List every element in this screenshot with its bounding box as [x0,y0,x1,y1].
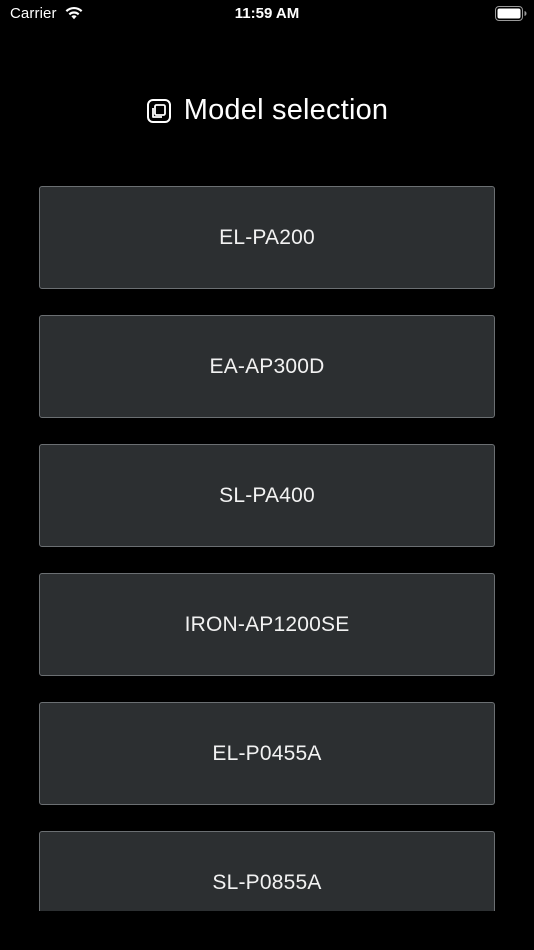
model-list-viewport[interactable]: EL-PA200 EA-AP300D SL-PA400 IRON-AP1200S… [0,180,534,911]
model-button-label: EA-AP300D [209,354,325,378]
model-button-el-pa200[interactable]: EL-PA200 [39,186,495,289]
model-button-label: SL-PA400 [219,483,315,507]
page-header: Model selection [0,90,534,130]
status-time: 11:59 AM [234,5,300,22]
model-button-sl-pa400[interactable]: SL-PA400 [39,444,495,547]
model-button-label: EL-P0455A [212,741,322,765]
page-title: Model selection [183,93,389,126]
model-button-sl-p0855a[interactable]: SL-P0855A [39,831,495,911]
model-list: EL-PA200 EA-AP300D SL-PA400 IRON-AP1200S… [39,186,495,911]
model-button-label: SL-P0855A [212,870,322,894]
status-bar: Carrier 11:59 AM [0,0,534,28]
model-button-label: IRON-AP1200SE [184,612,350,636]
model-button-el-p0455a[interactable]: EL-P0455A [39,702,495,805]
model-stack-icon [146,99,171,123]
model-button-label: EL-PA200 [219,225,315,249]
model-button-iron-ap1200se[interactable]: IRON-AP1200SE [39,573,495,676]
model-button-ea-ap300d[interactable]: EA-AP300D [39,315,495,418]
battery-icon [495,6,527,21]
